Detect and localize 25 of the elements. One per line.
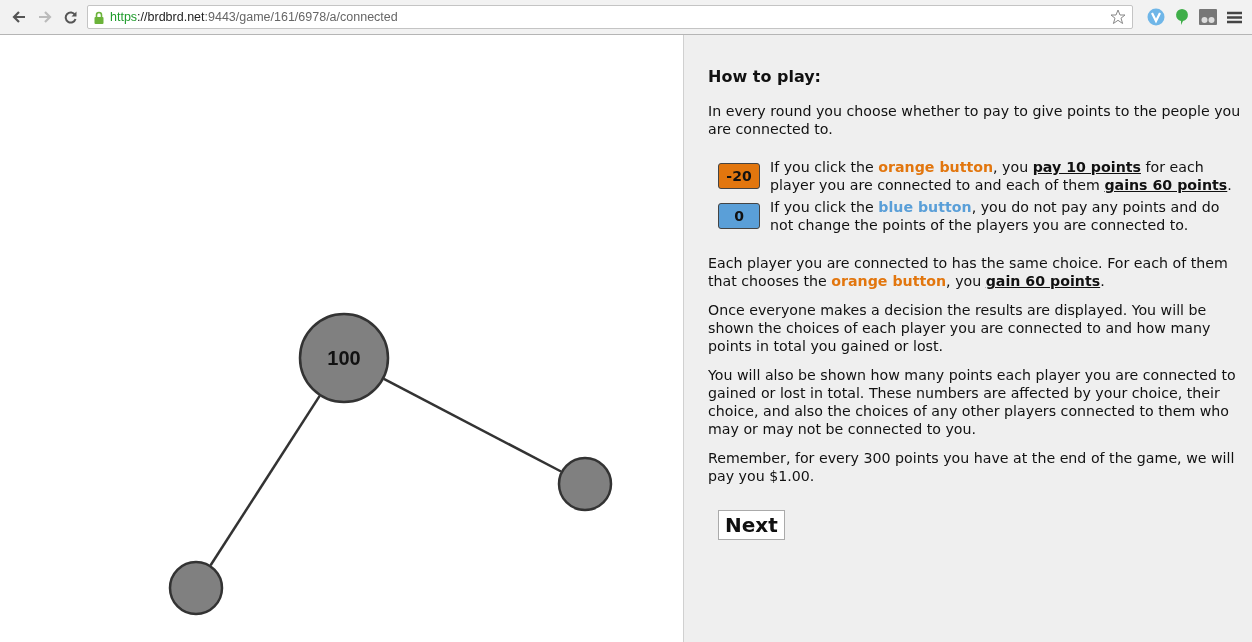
instructions-paragraph: You will also be shown how many points each player you are connected to gained or lost in total. These numbers are affected by your choice, their choice, and also the choices of any other players connected to them who may or may not be connected to you. — [708, 366, 1237, 438]
instructions-paragraph: In every round you choose whether to pay to give points to the people you are connected to. — [708, 102, 1242, 138]
instructions-title: How to play: — [708, 68, 822, 86]
next-button[interactable]: Next — [718, 510, 785, 540]
node-score: 100 — [327, 347, 361, 369]
extension-icon[interactable] — [1147, 8, 1165, 26]
instructions-paragraph: Once everyone makes a decision the results are displayed. You will be shown the choices of each player you are connected to and how many points in total you gained or lost. — [708, 301, 1212, 355]
option-description: If you click the blue button, you do not pay any points and do not change the points of the players you are connected to. — [770, 198, 1221, 234]
instructions-paragraph: Each player you are connected to has the same choice. For each of them that chooses the orange button, you gain 60 points. — [708, 254, 1229, 290]
extension-icon[interactable] — [1199, 9, 1217, 25]
no-pay-button[interactable]: 0 — [718, 203, 760, 229]
player-node — [557, 456, 613, 512]
speech-bubble-icon[interactable] — [1175, 8, 1189, 26]
back-icon[interactable] — [12, 11, 26, 23]
option-description: If you click the orange button, you pay 10 points for each player you are connected to and each of them gains 60 points. — [770, 158, 1233, 194]
reload-icon[interactable] — [64, 10, 77, 24]
address-bar[interactable]: https://brdbrd.net:9443/game/161/6978/a/connected — [87, 5, 1133, 29]
star-icon[interactable] — [1110, 9, 1126, 25]
url-text: https://brdbrd.net:9443/game/161/6978/a/connected — [110, 10, 398, 24]
menu-icon[interactable] — [1227, 10, 1242, 24]
instructions-paragraph: Remember, for every 300 points you have at the end of the game, we will pay you $1.00. — [708, 449, 1236, 485]
player-node — [168, 560, 224, 616]
pay-button[interactable]: -20 — [718, 163, 760, 189]
lock-icon — [94, 10, 104, 24]
forward-icon[interactable] — [38, 11, 52, 23]
